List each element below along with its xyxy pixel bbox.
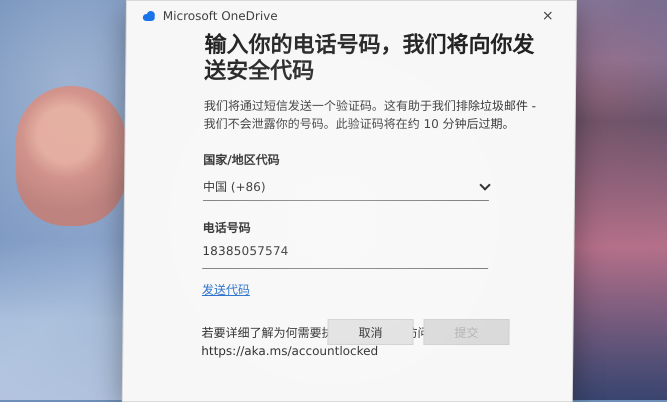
- country-select[interactable]: 中国 (+86): [202, 174, 490, 202]
- wallpaper-shelf: [0, 240, 140, 400]
- submit-button[interactable]: 提交: [423, 319, 510, 346]
- country-selected-value: 中国 (+86): [202, 179, 266, 194]
- phone-input[interactable]: 18385057574: [202, 242, 489, 270]
- app-title: Microsoft OneDrive: [162, 9, 278, 24]
- country-label: 国家/地区代码: [203, 153, 280, 168]
- close-icon: ×: [541, 8, 554, 25]
- phone-field: 电话号码 18385057574: [202, 219, 489, 270]
- send-code-link[interactable]: 发送代码: [202, 281, 250, 298]
- dialog-description: 我们将通过短信发送一个验证码。这有助于我们排除垃圾邮件 - 我们不会泄露你的号码…: [203, 99, 537, 132]
- dialog-heading: 输入你的电话号码，我们将向你发送安全代码: [204, 33, 535, 85]
- cancel-button[interactable]: 取消: [327, 319, 414, 346]
- dialog-buttons: 取消 提交: [327, 319, 510, 346]
- close-button[interactable]: ×: [540, 8, 556, 24]
- wallpaper-teddy-bear: [16, 86, 126, 226]
- dialog-content: 输入你的电话号码，我们将向你发送安全代码 我们将通过短信发送一个验证码。这有助于…: [123, 33, 575, 360]
- phone-label: 电话号码: [202, 221, 251, 236]
- phone-value: 18385057574: [202, 244, 289, 259]
- chevron-down-icon: [479, 181, 489, 191]
- country-field: 国家/地区代码 中国 (+86): [202, 151, 490, 202]
- onedrive-dialog: Microsoft OneDrive × 输入你的电话号码，我们将向你发送安全代…: [121, 0, 577, 402]
- titlebar: Microsoft OneDrive ×: [127, 1, 576, 31]
- onedrive-cloud-icon: [141, 11, 157, 21]
